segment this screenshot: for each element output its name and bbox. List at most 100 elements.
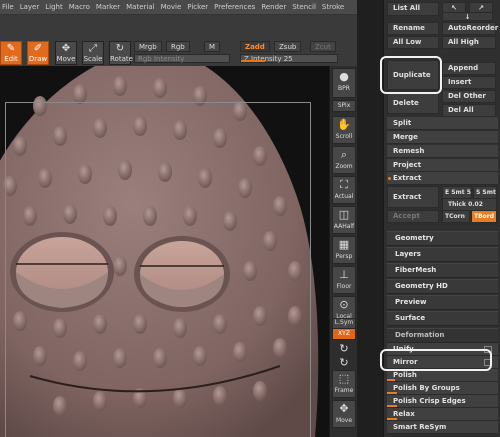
viewport-canvas[interactable] — [0, 66, 329, 437]
tool-palette: List All ↖ ↗ ↓ Rename AutoReorder All Lo… — [380, 0, 500, 437]
menu-picker[interactable]: Picker — [187, 3, 208, 11]
rotate-icon: ↻ — [115, 43, 125, 54]
menu-render[interactable]: Render — [261, 3, 286, 11]
edit-icon: ✎ — [6, 43, 16, 54]
rgb-intensity-slider[interactable]: Rgb Intensity — [134, 54, 230, 63]
bump — [153, 78, 167, 98]
menu-file[interactable]: File — [2, 3, 14, 11]
menu-layer[interactable]: Layer — [20, 3, 40, 11]
polish-by-groups-slider[interactable]: Polish By Groups — [387, 382, 498, 395]
extract-button[interactable]: Extract — [387, 186, 439, 208]
zoom-button[interactable]: ⌕ Zoom — [332, 146, 356, 174]
scale-button[interactable]: ⤢ Scale — [82, 41, 104, 65]
draw-button[interactable]: ✐ Draw — [27, 41, 49, 65]
draw-icon: ✐ — [33, 43, 43, 54]
rename-button[interactable]: Rename — [387, 22, 439, 35]
floor-icon: ⊥ — [339, 268, 349, 281]
local-icon: ⊙ — [339, 298, 349, 311]
persp-button[interactable]: ▦ Persp — [332, 236, 356, 264]
menu-material[interactable]: Material — [126, 3, 154, 11]
preview-section[interactable]: Preview — [387, 295, 498, 310]
del-all-button[interactable]: Del All — [442, 104, 496, 117]
tbord-toggle[interactable]: TBord — [471, 210, 497, 223]
rotate-y-icon[interactable]: ↻ — [332, 342, 356, 356]
polish-crisp-edges-slider[interactable]: Polish Crisp Edges — [387, 395, 498, 408]
merge-section[interactable]: Merge — [387, 131, 498, 144]
frame-button[interactable]: ⬚ Frame — [332, 370, 356, 398]
move-icon: ✥ — [61, 43, 71, 54]
menu-preferences[interactable]: Preferences — [214, 3, 255, 11]
menu-marker[interactable]: Marker — [96, 3, 120, 11]
all-high-button[interactable]: All High — [442, 36, 496, 49]
fibermesh-section[interactable]: FiberMesh — [387, 263, 498, 278]
menu-stroke[interactable]: Stroke — [322, 3, 344, 11]
m-button[interactable]: M — [204, 41, 221, 52]
right-shelf: ● BPR SPix ✋ Scroll ⌕ Zoom ⛶ Actual ◫ AA… — [329, 66, 358, 437]
mirror-highlight — [380, 349, 492, 371]
rgb-button[interactable]: Rgb — [166, 41, 190, 52]
geometry-section[interactable]: Geometry — [387, 231, 498, 246]
menubar: File Layer Light Macro Marker Material M… — [0, 0, 383, 15]
rotate-button[interactable]: ↻ Rotate — [109, 41, 133, 65]
actual-button[interactable]: ⛶ Actual — [332, 176, 356, 204]
autoreorder-button[interactable]: AutoReorder — [442, 22, 498, 35]
delete-button[interactable]: Delete — [387, 92, 439, 114]
tcorn-toggle[interactable]: TCorn — [442, 210, 470, 223]
aahalf-icon: ◫ — [338, 208, 350, 221]
menu-movie[interactable]: Movie — [161, 3, 182, 11]
surface-section[interactable]: Surface — [387, 311, 498, 326]
floor-button[interactable]: ⊥ Floor — [332, 266, 356, 294]
append-button[interactable]: Append — [442, 62, 496, 75]
aahalf-button[interactable]: ◫ AAHalf — [332, 206, 356, 234]
accept-button[interactable]: Accept — [387, 210, 439, 223]
project-section[interactable]: Project — [387, 159, 498, 172]
insert-button[interactable]: Insert — [442, 76, 496, 89]
slider-fill — [387, 418, 397, 420]
z-intensity-fill — [241, 60, 265, 62]
open-dot — [388, 177, 391, 180]
move-icon: ✥ — [339, 402, 349, 415]
del-other-button[interactable]: Del Other — [442, 90, 496, 103]
zadd-button[interactable]: Zadd — [240, 41, 270, 52]
deformation-section[interactable]: Deformation — [387, 328, 498, 343]
scroll-button[interactable]: ✋ Scroll — [332, 116, 356, 144]
slider-fill — [387, 379, 395, 381]
zcut-button[interactable]: Zcut — [310, 41, 336, 52]
slider-fill — [387, 405, 397, 407]
top-shelf: ✎ Edit ✐ Draw ✥ Move ⤢ Scale ↻ Rotate Mr… — [0, 15, 383, 67]
arrow-down-icon[interactable]: ↓ — [442, 12, 493, 21]
geometry-hd-section[interactable]: Geometry HD — [387, 279, 498, 294]
document-frame — [5, 102, 311, 437]
actual-icon: ⛶ — [340, 178, 348, 191]
remesh-section[interactable]: Remesh — [387, 145, 498, 158]
scroll-icon: ✋ — [337, 118, 351, 131]
mrgb-button[interactable]: Mrgb — [134, 41, 162, 52]
layers-section[interactable]: Layers — [387, 247, 498, 262]
bump — [73, 84, 87, 104]
dock-move-button[interactable]: ✥ Move — [332, 400, 356, 428]
split-section[interactable]: Split — [387, 117, 498, 130]
rotate-z-icon[interactable]: ↻ — [332, 356, 356, 370]
bump — [113, 76, 127, 96]
menu-stencil[interactable]: Stencil — [292, 3, 316, 11]
move-button[interactable]: ✥ Move — [55, 41, 77, 65]
list-all-button[interactable]: List All — [387, 2, 439, 16]
zoom-icon: ⌕ — [340, 148, 348, 161]
sphere-icon: ● — [339, 70, 349, 83]
menu-macro[interactable]: Macro — [69, 3, 90, 11]
extract-section[interactable]: Extract — [387, 172, 498, 185]
spix-control[interactable]: SPix — [332, 100, 356, 112]
relax-button[interactable]: Relax — [387, 408, 498, 421]
frame-icon: ⬚ — [338, 372, 350, 385]
zsub-button[interactable]: Zsub — [274, 41, 302, 52]
all-low-button[interactable]: All Low — [387, 36, 439, 49]
menu-light[interactable]: Light — [45, 3, 62, 11]
xyz-button[interactable]: XYZ — [332, 328, 356, 340]
z-intensity-slider[interactable]: Z Intensity 25 — [240, 54, 338, 63]
duplicate-highlight — [380, 56, 442, 94]
slider-fill — [387, 392, 397, 394]
smart-resym-button[interactable]: Smart ReSym — [387, 421, 498, 434]
persp-icon: ▦ — [338, 238, 350, 251]
edit-button[interactable]: ✎ Edit — [0, 41, 22, 65]
bpr-button[interactable]: ● BPR — [332, 68, 356, 98]
